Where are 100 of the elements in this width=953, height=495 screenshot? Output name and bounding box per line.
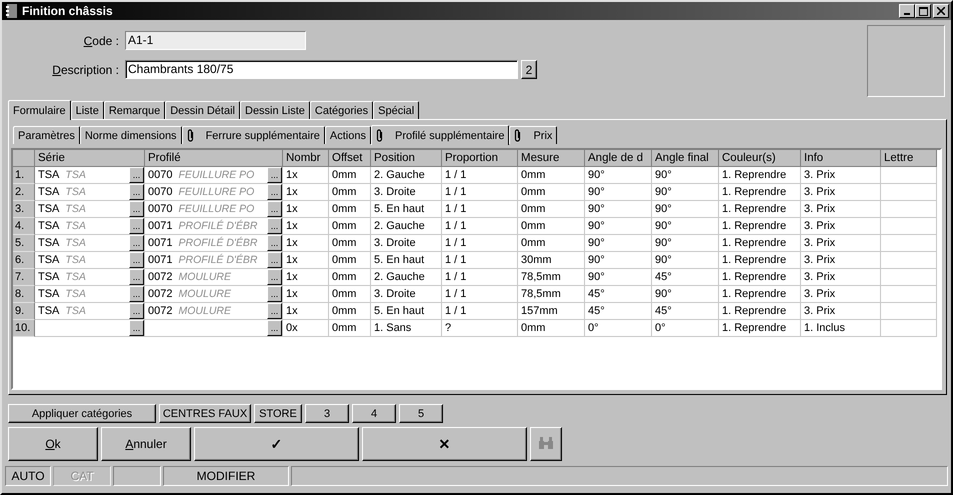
tab[interactable]: Profilé supplémentaire: [370, 125, 510, 145]
table-cell: 1x: [283, 218, 329, 235]
description-field[interactable]: Chambrants 180/75: [125, 60, 518, 79]
table-cell: 90°: [652, 184, 719, 201]
table-cell: 0mm: [518, 201, 585, 218]
profile-name: PROFILÉ D'ÉBR: [178, 252, 258, 268]
picker-button[interactable]: ...: [129, 320, 144, 336]
table-cell: 1x: [283, 269, 329, 286]
table-cell: [881, 167, 937, 184]
column-header[interactable]: Mesure: [518, 150, 585, 167]
table-cell-text: TSA: [38, 270, 60, 285]
picker-button[interactable]: ...: [267, 269, 282, 285]
code-label: Code :: [82, 34, 120, 48]
tab[interactable]: Catégories: [310, 101, 374, 119]
table-cell: 1 / 1: [442, 252, 518, 269]
picker-button[interactable]: ...: [267, 235, 282, 251]
picker-button[interactable]: ...: [267, 201, 282, 217]
row-header: 8.: [13, 286, 35, 303]
tab[interactable]: Dessin Liste: [240, 101, 310, 119]
category-button[interactable]: Appliquer catégories: [8, 404, 156, 423]
maximize-button[interactable]: [915, 4, 931, 18]
action-button[interactable]: Ok: [8, 427, 98, 461]
category-button[interactable]: 4: [352, 404, 396, 423]
column-header[interactable]: Couleur(s): [719, 150, 801, 167]
minimize-button[interactable]: [899, 4, 915, 18]
close-button[interactable]: [933, 4, 949, 18]
series-name: TSA: [65, 185, 86, 200]
column-header[interactable]: Angle de d: [585, 150, 652, 167]
tab[interactable]: Paramètres: [13, 126, 80, 144]
table-cell: 90°: [652, 252, 719, 269]
tab[interactable]: Ferrure supplémentaire: [182, 126, 325, 144]
table-cell: 3. Prix: [801, 201, 881, 218]
close-icon: [937, 7, 945, 15]
profile-name: FEUILLURE PO: [178, 202, 254, 217]
picker-button[interactable]: ...: [129, 201, 144, 217]
search-button[interactable]: [530, 427, 562, 461]
table-cell: 157mm: [518, 303, 585, 320]
profile-name: MOULURE: [178, 287, 231, 302]
column-header[interactable]: Profilé: [145, 150, 283, 167]
profile-name: PROFILÉ D'ÉBR: [178, 236, 258, 251]
table-cell: 3. Prix: [801, 218, 881, 235]
language-button[interactable]: 2: [521, 60, 537, 79]
column-header[interactable]: Position: [371, 150, 442, 167]
category-button[interactable]: CENTRES FAUX: [159, 404, 251, 423]
row-header: 1.: [13, 167, 35, 184]
column-header[interactable]: Nombr: [283, 150, 329, 167]
paperclip-icon: [514, 129, 522, 142]
tab[interactable]: Dessin Détail: [165, 101, 240, 119]
category-button[interactable]: 3: [305, 404, 349, 423]
profile-name: MOULURE: [178, 270, 231, 285]
column-header[interactable]: Info: [801, 150, 881, 167]
table-cell: 0°: [652, 320, 719, 337]
action-button[interactable]: ✓: [194, 427, 359, 461]
picker-button[interactable]: ...: [267, 184, 282, 200]
category-button[interactable]: 5: [399, 404, 443, 423]
column-header[interactable]: Lettre: [881, 150, 937, 167]
picker-button[interactable]: ...: [267, 320, 282, 336]
action-button[interactable]: ✕: [362, 427, 527, 461]
table-cell: 90°: [652, 167, 719, 184]
tab[interactable]: Liste: [70, 101, 104, 119]
series-name: TSA: [65, 304, 86, 319]
table-cell: 1. Inclus: [801, 320, 881, 337]
column-header[interactable]: Proportion: [442, 150, 518, 167]
picker-button[interactable]: ...: [129, 286, 144, 302]
tab[interactable]: Actions: [324, 126, 371, 144]
picker-button[interactable]: ...: [267, 252, 282, 268]
tab[interactable]: Remarque: [104, 101, 166, 119]
picker-button[interactable]: ...: [267, 303, 282, 319]
column-header[interactable]: Angle final: [652, 150, 719, 167]
table-cell: 1. Reprendre: [719, 167, 801, 184]
series-name: TSA: [65, 236, 86, 251]
table-cell: 1. Reprendre: [719, 235, 801, 252]
category-button[interactable]: STORE: [254, 404, 302, 423]
picker-button[interactable]: ...: [129, 235, 144, 251]
picker-button[interactable]: ...: [267, 218, 282, 234]
picker-button[interactable]: ...: [267, 167, 282, 183]
table-cell-text: TSA: [38, 202, 60, 217]
tab[interactable]: Formulaire: [8, 100, 71, 120]
table-cell: 78,5mm: [518, 269, 585, 286]
table-cell: 1x: [283, 286, 329, 303]
table-cell: 0mm: [518, 167, 585, 184]
column-header[interactable]: Série: [35, 150, 145, 167]
table-cell-text: TSA: [38, 253, 60, 268]
tab[interactable]: Norme dimensions: [80, 126, 182, 144]
table-cell: 3. Droite: [371, 235, 442, 252]
action-button[interactable]: Annuler: [101, 427, 191, 461]
picker-button[interactable]: ...: [129, 184, 144, 200]
tab[interactable]: Spécial: [373, 101, 420, 119]
table-cell: 1 / 1: [442, 201, 518, 218]
picker-button[interactable]: ...: [129, 167, 144, 183]
picker-button[interactable]: ...: [129, 252, 144, 268]
picker-button[interactable]: ...: [129, 218, 144, 234]
picker-button[interactable]: ...: [129, 303, 144, 319]
code-field[interactable]: A1-1: [125, 31, 306, 50]
picker-button[interactable]: ...: [267, 286, 282, 302]
table-cell: 1 / 1: [442, 303, 518, 320]
tab[interactable]: Prix: [509, 126, 558, 144]
table-cell: 1x: [283, 252, 329, 269]
column-header[interactable]: Offset: [329, 150, 371, 167]
picker-button[interactable]: ...: [129, 269, 144, 285]
